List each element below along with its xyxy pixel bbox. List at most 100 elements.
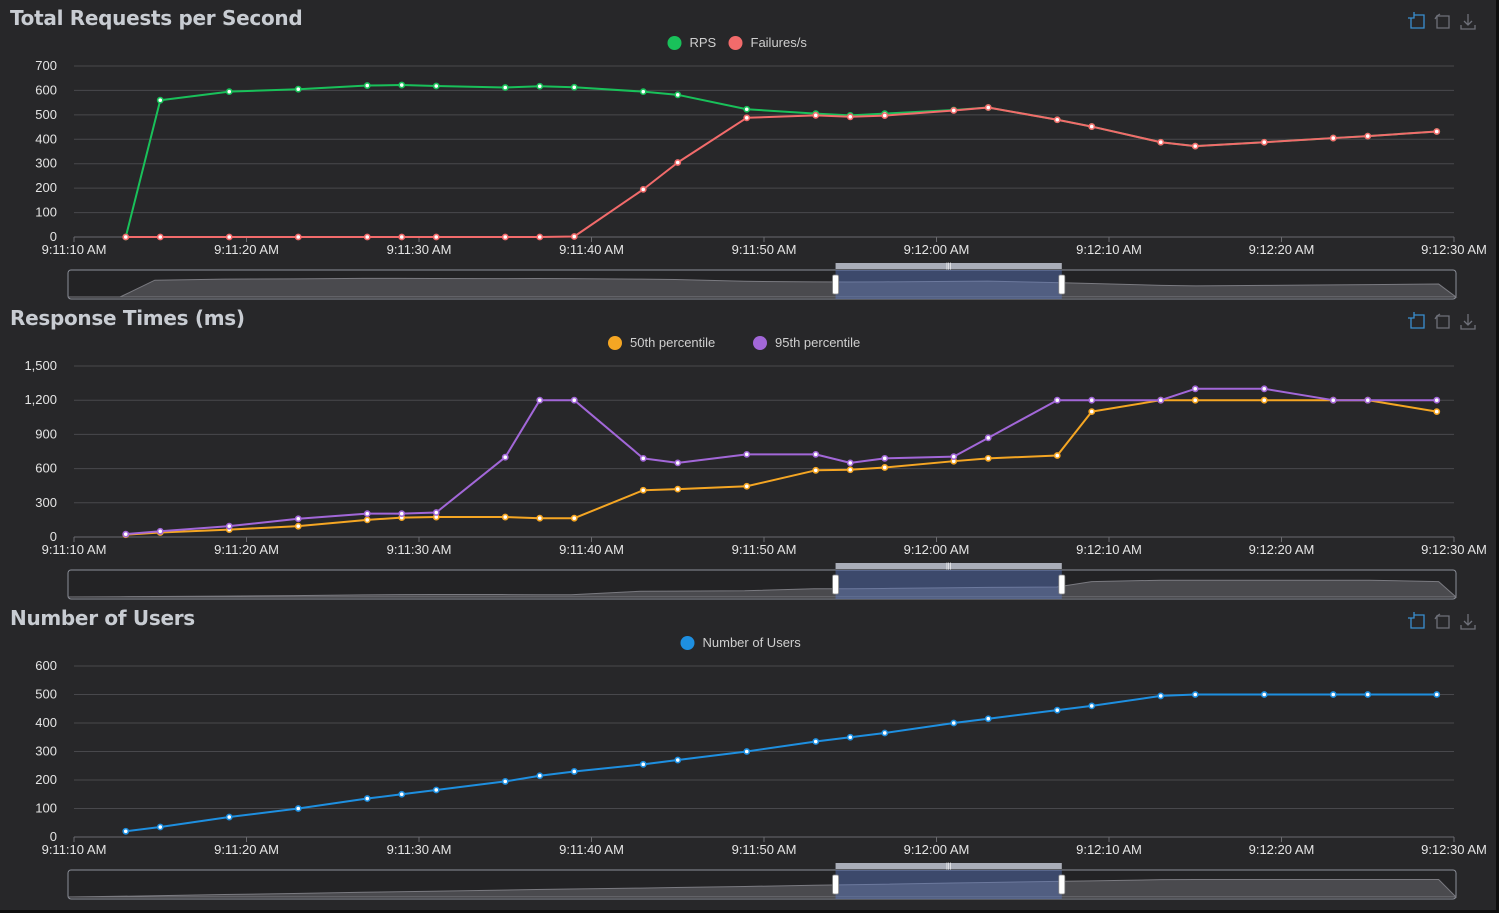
legend-item[interactable]: Number of Users — [680, 635, 802, 650]
data-point[interactable] — [501, 778, 509, 785]
data-point[interactable] — [743, 748, 751, 755]
data-point[interactable] — [812, 738, 820, 745]
data-point[interactable] — [432, 509, 440, 516]
data-point[interactable] — [1191, 385, 1199, 393]
data-point[interactable] — [363, 82, 371, 89]
data-point[interactable] — [1088, 408, 1096, 415]
data-point[interactable] — [225, 233, 233, 241]
data-point[interactable] — [398, 510, 406, 518]
data-point[interactable] — [536, 82, 544, 90]
data-point[interactable] — [881, 464, 889, 471]
zoom-icon[interactable] — [1408, 12, 1425, 29]
data-point[interactable] — [674, 159, 682, 166]
data-point[interactable] — [501, 513, 509, 521]
data-point[interactable] — [156, 527, 164, 535]
slider-window[interactable] — [835, 570, 1062, 599]
data-point[interactable] — [501, 233, 509, 241]
data-point[interactable] — [812, 450, 820, 458]
data-point[interactable] — [1433, 396, 1441, 404]
data-point[interactable] — [225, 813, 233, 821]
datazoom-slider[interactable]: ||| — [67, 863, 1458, 900]
data-point[interactable] — [225, 88, 233, 96]
download-icon[interactable] — [1460, 314, 1476, 330]
data-point[interactable] — [536, 514, 544, 522]
data-point[interactable] — [984, 715, 992, 723]
slider-handle[interactable] — [1058, 874, 1066, 895]
data-point[interactable] — [294, 522, 302, 530]
data-point[interactable] — [432, 233, 440, 241]
data-point[interactable] — [1053, 706, 1061, 714]
data-point[interactable] — [812, 111, 820, 119]
data-point[interactable] — [1157, 692, 1165, 700]
data-point[interactable] — [122, 530, 130, 538]
data-point[interactable] — [122, 827, 130, 835]
data-point[interactable] — [1364, 132, 1372, 140]
download-icon[interactable] — [1460, 14, 1476, 30]
legend-item[interactable]: RPS — [667, 35, 717, 50]
data-point[interactable] — [1329, 396, 1337, 404]
data-point[interactable] — [1260, 385, 1268, 393]
data-point[interactable] — [363, 795, 371, 802]
data-point[interactable] — [846, 466, 854, 474]
data-point[interactable] — [536, 233, 544, 241]
data-point[interactable] — [1053, 396, 1061, 404]
data-point[interactable] — [812, 466, 820, 474]
data-point[interactable] — [639, 760, 647, 768]
data-point[interactable] — [1088, 123, 1096, 130]
data-point[interactable] — [639, 486, 647, 494]
data-point[interactable] — [363, 233, 371, 241]
data-point[interactable] — [1364, 691, 1372, 698]
data-point[interactable] — [1053, 116, 1061, 124]
data-point[interactable] — [1329, 134, 1337, 142]
zoom-icon[interactable] — [1408, 312, 1425, 329]
data-point[interactable] — [743, 482, 751, 490]
data-point[interactable] — [674, 485, 682, 493]
data-point[interactable] — [363, 516, 371, 524]
legend-item[interactable]: Failures/s — [728, 35, 808, 50]
data-point[interactable] — [674, 91, 682, 99]
data-point[interactable] — [1088, 396, 1096, 404]
data-point[interactable] — [846, 459, 854, 467]
slider-handle[interactable] — [1058, 274, 1066, 295]
data-point[interactable] — [984, 434, 992, 442]
data-point[interactable] — [1364, 396, 1372, 404]
data-point[interactable] — [225, 522, 233, 530]
data-point[interactable] — [398, 233, 406, 241]
data-point[interactable] — [1260, 138, 1268, 146]
slider-handle[interactable] — [832, 874, 839, 895]
data-point[interactable] — [501, 84, 509, 91]
data-point[interactable] — [1329, 691, 1337, 698]
slider-window[interactable] — [835, 270, 1062, 299]
data-point[interactable] — [1433, 691, 1441, 698]
data-point[interactable] — [570, 768, 578, 775]
data-point[interactable] — [294, 515, 302, 523]
data-point[interactable] — [294, 805, 302, 812]
data-point[interactable] — [156, 823, 164, 831]
data-point[interactable] — [1157, 138, 1165, 146]
zoom-reset-icon[interactable] — [1434, 313, 1450, 329]
data-point[interactable] — [950, 107, 958, 114]
data-point[interactable] — [536, 396, 544, 404]
data-point[interactable] — [1433, 408, 1441, 415]
data-point[interactable] — [1433, 128, 1441, 135]
data-point[interactable] — [639, 454, 647, 462]
data-point[interactable] — [294, 233, 302, 241]
data-point[interactable] — [1260, 396, 1268, 404]
data-point[interactable] — [432, 82, 440, 90]
data-point[interactable] — [950, 453, 958, 461]
data-point[interactable] — [570, 233, 578, 240]
data-point[interactable] — [743, 105, 751, 113]
slider-window[interactable] — [835, 870, 1062, 899]
data-point[interactable] — [363, 510, 371, 518]
data-point[interactable] — [674, 459, 682, 467]
data-point[interactable] — [536, 772, 544, 780]
data-point[interactable] — [639, 185, 647, 193]
data-point[interactable] — [1191, 142, 1199, 150]
data-point[interactable] — [570, 514, 578, 522]
data-point[interactable] — [950, 719, 958, 727]
data-point[interactable] — [398, 81, 406, 89]
data-point[interactable] — [1191, 691, 1199, 698]
zoom-reset-icon[interactable] — [1434, 13, 1450, 29]
zoom-reset-icon[interactable] — [1434, 613, 1450, 629]
data-point[interactable] — [1260, 691, 1268, 698]
